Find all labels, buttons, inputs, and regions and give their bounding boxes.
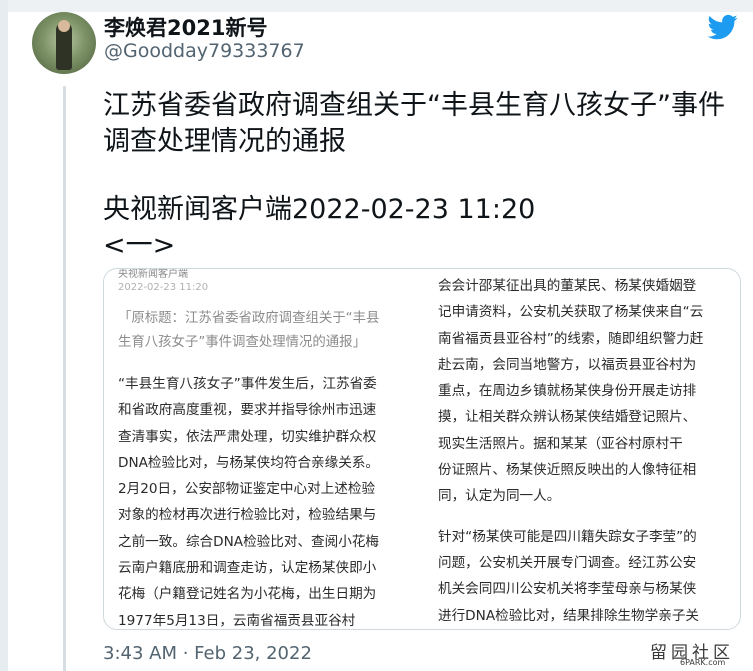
article-line: 花梅（户籍登记姓名为小花梅，出生日期为 — [118, 586, 377, 603]
left-edge-bar — [0, 0, 8, 671]
article-line: 针对“杨某侠可能是四川籍失踪女子李莹”的 — [438, 528, 697, 545]
article-quote-line: 「原标题：江苏省委省政府调查组关于“丰县 — [118, 311, 380, 326]
avatar-face — [58, 20, 70, 32]
article-line: 对象的检材再次进行检验比对，检验结果与 — [118, 507, 377, 524]
tweet-line: 调查处理情况的通报 — [103, 126, 346, 157]
article-line: 现实生活照片。据和某某（亚谷村原村干 — [438, 435, 683, 452]
watermark: 留园社区 6PARK.com — [650, 638, 750, 668]
article-line: 1977年5月13日，云南省福贡县亚谷村 — [118, 612, 356, 629]
article-image[interactable]: 央视新闻客户端 2022-02-23 11:20 「原标题：江苏省委省政府调查组… — [103, 268, 741, 630]
article-line: 南省福贡县亚谷村”的线索，随即组织警力赶 — [438, 330, 704, 347]
article-line: 重点，在周边乡镇就杨某侠身份开展走访排 — [438, 383, 697, 400]
tweet-body: 江苏省委省政府调查组关于“丰县生育八孩女子”事件 调查处理情况的通报 央视新闻客… — [103, 88, 743, 264]
article-line: DNA检验比对，与杨某侠均符合亲缘关系。 — [118, 454, 380, 471]
article-date: 2022-02-23 11:20 — [118, 282, 209, 293]
twitter-bird-icon[interactable] — [706, 12, 740, 42]
article-line: 机关会同四川公安机关将李莹母亲与杨某侠 — [438, 581, 697, 598]
tweet-timestamp[interactable]: 3:43 AM · Feb 23, 2022 — [103, 643, 312, 664]
tweet-source-line: 央视新闻客户端2022-02-23 11:20 — [103, 194, 536, 225]
article-line: 记申请资料，公安机关获取了杨某侠来自“云 — [438, 304, 704, 321]
article-line: 和省政府高度重视，要求并指导徐州市迅速 — [118, 402, 377, 419]
article-line: 摸，让相关群众辨认杨某侠结婚登记照片、 — [438, 409, 697, 426]
tweet-line: 江苏省委省政府调查组关于“丰县生育八孩女子”事件 — [103, 90, 725, 121]
thread-line — [63, 86, 66, 671]
article-column-right: 会会计邵某征出具的董某民、杨某侠婚姻登 记申请资料，公安机关获取了杨某侠来自“云… — [438, 273, 738, 629]
article-line: 问题，公安机关开展专门调查。经江苏公安 — [438, 554, 697, 571]
watermark-site: 6PARK.com — [680, 658, 726, 667]
article-quote-line: 生育八孩女子”事件调查处理情况的通报」 — [118, 335, 366, 350]
article-line: 进行DNA检验比对，结果排除生物学亲子关 — [438, 607, 700, 624]
avatar[interactable] — [32, 12, 96, 74]
article-line: 2月20日，公安部物证鉴定中心对上述检验 — [118, 481, 376, 498]
article-line: 云南户籍底册和调查走访，认定杨某侠即小 — [118, 560, 377, 577]
tweet-section-marker: <一> — [103, 230, 176, 261]
article-line: “丰县生育八孩女子”事件发生后，江苏省委 — [118, 376, 377, 392]
article-line: 赴云南，会同当地警方，以福贡县亚谷村为 — [438, 356, 697, 373]
article-line: 同，认定为同一人。 — [438, 488, 561, 505]
top-strip — [0, 0, 753, 12]
article-column-left: 央视新闻客户端 2022-02-23 11:20 「原标题：江苏省委省政府调查组… — [118, 269, 418, 629]
article-line: 份证照片、杨某侠近照反映出的人像特征相 — [438, 462, 697, 479]
article-source: 央视新闻客户端 — [118, 269, 188, 280]
article-line: 会会计邵某征出具的董某民、杨某侠婚姻登 — [438, 278, 697, 294]
author-handle[interactable]: @Goodday79333767 — [104, 40, 305, 62]
author-name[interactable]: 李焕君2021新号 — [104, 12, 267, 42]
article-line: 之前一致。综合DNA检验比对、查阅小花梅 — [118, 533, 380, 550]
article-line: 查清事实，依法严肃处理，切实维护群众权 — [118, 428, 377, 445]
